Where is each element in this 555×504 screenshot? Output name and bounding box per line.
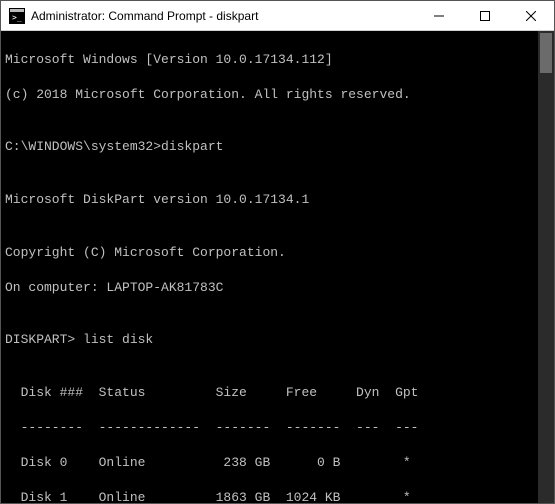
cmd-list-disk: list disk (75, 332, 153, 347)
prompt-line-1: C:\WINDOWS\system32>diskpart (5, 138, 550, 156)
window-titlebar: >_ Administrator: Command Prompt - diskp… (1, 1, 554, 31)
scrollbar-thumb[interactable] (540, 33, 552, 73)
svg-text:>_: >_ (12, 13, 22, 22)
minimize-button[interactable] (416, 1, 462, 30)
os-version-line: Microsoft Windows [Version 10.0.17134.11… (5, 51, 550, 69)
window-controls (416, 1, 554, 30)
prompt-line-2: DISKPART> list disk (5, 331, 550, 349)
maximize-button[interactable] (462, 1, 508, 30)
close-button[interactable] (508, 1, 554, 30)
cmd-diskpart: diskpart (161, 139, 223, 154)
table-separator: -------- ------------- ------- ------- -… (5, 419, 550, 437)
cmd-icon: >_ (9, 8, 25, 24)
table-row: Disk 1 Online 1863 GB 1024 KB * (5, 489, 550, 503)
diskpart-copyright: Copyright (C) Microsoft Corporation. (5, 244, 550, 262)
vertical-scrollbar[interactable] (538, 31, 554, 503)
diskpart-computer: On computer: LAPTOP-AK81783C (5, 279, 550, 297)
diskpart-prompt: DISKPART> (5, 332, 75, 347)
table-row: Disk 0 Online 238 GB 0 B * (5, 454, 550, 472)
prompt-path: C:\WINDOWS\system32> (5, 139, 161, 154)
table-header: Disk ### Status Size Free Dyn Gpt (5, 384, 550, 402)
window-title: Administrator: Command Prompt - diskpart (31, 9, 416, 23)
diskpart-version: Microsoft DiskPart version 10.0.17134.1 (5, 191, 550, 209)
copyright-line: (c) 2018 Microsoft Corporation. All righ… (5, 86, 550, 104)
terminal-output[interactable]: Microsoft Windows [Version 10.0.17134.11… (1, 31, 554, 503)
